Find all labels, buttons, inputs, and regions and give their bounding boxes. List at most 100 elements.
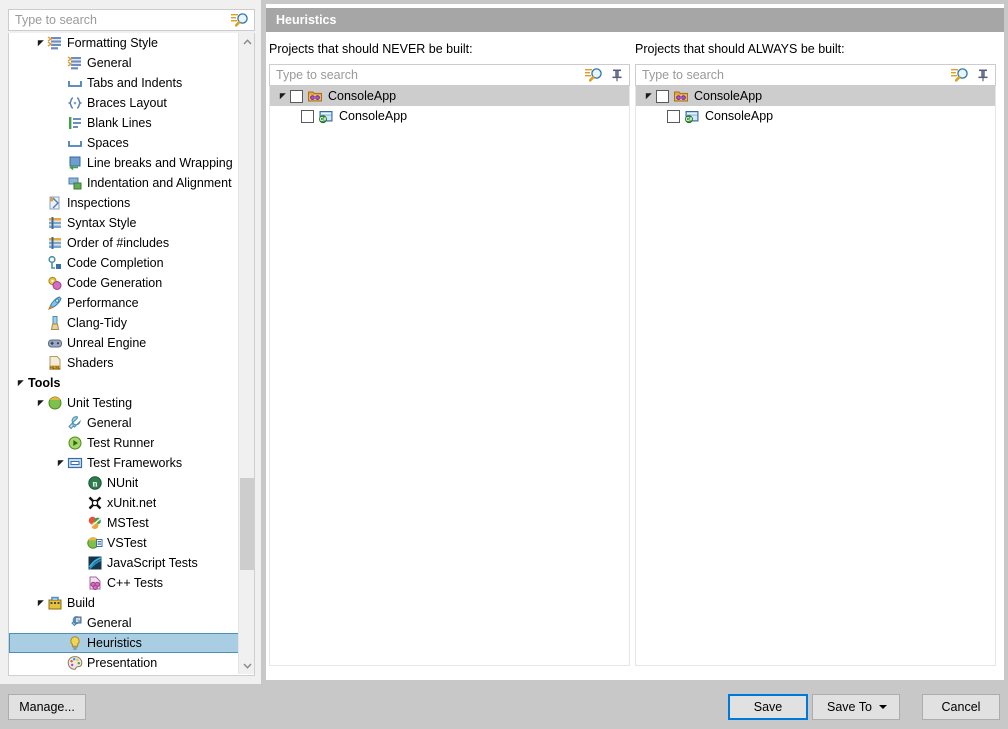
project-checkbox[interactable] [290, 90, 303, 103]
search-icon[interactable] [584, 67, 604, 83]
settings-tree-scrollbar[interactable] [238, 33, 254, 674]
sidebar-item-unit-testing[interactable]: Unit Testing [9, 393, 239, 413]
sidebar-item-presentation[interactable]: Presentation [9, 653, 239, 673]
cpp-tests-icon [87, 575, 103, 591]
sidebar-item-label: JavaScript Tests [107, 553, 198, 573]
inspections-icon [47, 195, 63, 211]
sidebar-item-heuristics[interactable]: Heuristics [9, 633, 239, 653]
sidebar-item-order-of-includes[interactable]: Order of #includes [9, 233, 239, 253]
sidebar-item-unreal-engine[interactable]: Unreal Engine [9, 333, 239, 353]
sidebar-item-label: Inspections [67, 193, 130, 213]
sidebar-item-xunit-net[interactable]: xUnit.net [9, 493, 239, 513]
tabs-indents-icon [67, 75, 83, 91]
expand-collapse-icon[interactable] [35, 39, 47, 47]
sidebar-item-indentation-and-alignment[interactable]: Indentation and Alignment [9, 173, 239, 193]
search-icon[interactable] [230, 12, 250, 28]
sidebar-item-braces-layout[interactable]: Braces Layout [9, 93, 239, 113]
save-to-button[interactable]: Save To [812, 694, 900, 720]
never-built-project-tree[interactable]: ConsoleApp C# ConsoleApp [269, 86, 630, 666]
sidebar-item-code-completion[interactable]: Code Completion [9, 253, 239, 273]
expand-collapse-icon[interactable] [15, 379, 27, 387]
never-built-search-box[interactable]: Type to search [269, 64, 630, 86]
sidebar-item-label: Build [67, 593, 95, 613]
solution-icon [673, 88, 689, 104]
project-checkbox[interactable] [656, 90, 669, 103]
sidebar-item-general[interactable]: General [9, 53, 239, 73]
project-label: ConsoleApp [328, 86, 396, 106]
line-breaks-wrapping-icon [67, 155, 83, 171]
chevron-down-icon[interactable] [239, 657, 255, 674]
spaces-icon [67, 135, 83, 151]
sidebar-item-label: Indentation and Alignment [87, 173, 232, 193]
expand-collapse-icon[interactable] [35, 399, 47, 407]
unreal-engine-icon [47, 335, 63, 351]
settings-tree-container: Formatting StyleGeneralTabs and IndentsB… [8, 33, 255, 676]
expand-collapse-icon[interactable] [642, 92, 656, 100]
performance-icon [47, 295, 63, 311]
always-built-project-tree[interactable]: ConsoleAppC#ConsoleApp [635, 86, 996, 666]
sidebar-item-general[interactable]: General [9, 613, 239, 633]
expand-collapse-icon[interactable] [35, 599, 47, 607]
sidebar-item-label: Braces Layout [87, 93, 167, 113]
sidebar-item-build[interactable]: Build [9, 593, 239, 613]
sidebar-search-box[interactable]: Type to search [8, 9, 255, 31]
project-tree-root-row[interactable]: ConsoleApp [270, 86, 629, 106]
sidebar-item-javascript-tests[interactable]: JavaScript Tests [9, 553, 239, 573]
save-button[interactable]: Save [728, 694, 808, 720]
indentation-alignment-icon [67, 175, 83, 191]
search-icon[interactable] [950, 67, 970, 83]
sidebar-item-label: MSTest [107, 513, 149, 533]
sidebar-item-mstest[interactable]: MSTest [9, 513, 239, 533]
cancel-button[interactable]: Cancel [922, 694, 1000, 720]
sidebar-item-shaders[interactable]: HLSLShaders [9, 353, 239, 373]
sidebar-item-formatting-style[interactable]: Formatting Style [9, 33, 239, 53]
project-checkbox[interactable] [301, 110, 314, 123]
sidebar-item-code-generation[interactable]: Code Generation [9, 273, 239, 293]
sidebar-item-blank-lines[interactable]: Blank Lines [9, 113, 239, 133]
svg-text:n: n [92, 479, 97, 489]
never-built-search-input[interactable]: Type to search [276, 68, 584, 82]
svg-text:C#: C# [320, 117, 327, 123]
project-tree-row[interactable]: C# ConsoleApp [270, 106, 629, 126]
sidebar-item-vstest[interactable]: VSTest [9, 533, 239, 553]
always-built-search-box[interactable]: Type to search [635, 64, 996, 86]
settings-tree[interactable]: Formatting StyleGeneralTabs and IndentsB… [9, 33, 239, 674]
test-frameworks-icon [67, 455, 83, 471]
sidebar-item-general[interactable]: General [9, 413, 239, 433]
sidebar-search-input[interactable]: Type to search [15, 13, 230, 27]
sidebar-item-label: General [87, 53, 131, 73]
sidebar-item-label: Test Runner [87, 433, 154, 453]
scrollbar-thumb[interactable] [240, 478, 254, 570]
sidebar-item-syntax-style[interactable]: Syntax Style [9, 213, 239, 233]
project-checkbox[interactable] [667, 110, 680, 123]
sidebar-item-test-runner[interactable]: Test Runner [9, 433, 239, 453]
sidebar-item-label: Tabs and Indents [87, 73, 182, 93]
always-built-label: Projects that should ALWAYS be built: [635, 40, 998, 58]
sidebar-item-tools[interactable]: Tools [9, 373, 239, 393]
always-built-search-input[interactable]: Type to search [642, 68, 950, 82]
project-tree-root-row[interactable]: ConsoleApp [636, 86, 995, 106]
sidebar-item-tabs-and-indents[interactable]: Tabs and Indents [9, 73, 239, 93]
project-tree-row[interactable]: C#ConsoleApp [636, 106, 995, 126]
sidebar-item-performance[interactable]: Performance [9, 293, 239, 313]
pin-icon[interactable] [610, 67, 624, 83]
syntax-style-icon [47, 215, 63, 231]
sidebar-item-nunit[interactable]: nNUnit [9, 473, 239, 493]
sidebar-item-clang-tidy[interactable]: Clang-Tidy [9, 313, 239, 333]
sidebar-item-c-tests[interactable]: C++ Tests [9, 573, 239, 593]
sidebar-item-test-frameworks[interactable]: Test Frameworks [9, 453, 239, 473]
build-general-icon [67, 615, 83, 631]
settings-navigation-pane: Type to search Formatting StyleGeneralTa… [0, 0, 261, 684]
sidebar-item-spaces[interactable]: Spaces [9, 133, 239, 153]
expand-collapse-icon[interactable] [55, 459, 67, 467]
sidebar-item-line-breaks-and-wrapping[interactable]: Line breaks and Wrapping [9, 153, 239, 173]
braces-layout-icon [67, 95, 83, 111]
chevron-up-icon[interactable] [239, 33, 255, 50]
sidebar-item-label: Presentation [87, 653, 157, 673]
sidebar-item-inspections[interactable]: Inspections [9, 193, 239, 213]
manage-button[interactable]: Manage... [8, 694, 86, 720]
wrench-icon [67, 415, 83, 431]
expand-collapse-icon[interactable] [276, 92, 290, 100]
pin-icon[interactable] [976, 67, 990, 83]
project-label: ConsoleApp [339, 106, 407, 126]
